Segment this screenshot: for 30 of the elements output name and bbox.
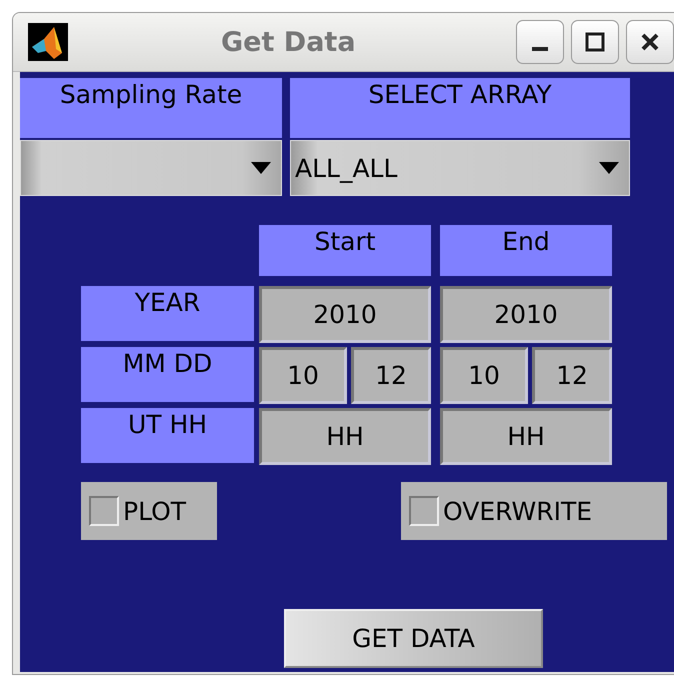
checkbox-box[interactable] <box>89 496 119 526</box>
row-label: YEAR <box>81 286 254 341</box>
input-field[interactable]: HH <box>259 408 431 465</box>
row-label: MM DD <box>81 347 254 402</box>
caret-icon <box>251 162 271 174</box>
input-field[interactable]: 10 <box>440 347 528 404</box>
input-field[interactable]: 12 <box>351 347 431 404</box>
input-field[interactable]: 10 <box>259 347 347 404</box>
input-field[interactable]: 2010 <box>440 286 612 343</box>
input-field[interactable]: 2010 <box>259 286 431 343</box>
minimize-icon <box>532 47 548 51</box>
checkbox[interactable]: PLOT <box>81 482 217 540</box>
get-data-button[interactable]: GET DATA <box>284 609 543 668</box>
maximize-icon <box>583 30 607 54</box>
caret-icon <box>599 162 619 174</box>
minimize-button[interactable] <box>516 20 564 64</box>
window-title: Get Data <box>221 26 357 58</box>
dropdown[interactable]: ALL_ALL <box>290 140 630 196</box>
close-button[interactable] <box>626 20 674 64</box>
input-field[interactable]: HH <box>440 408 612 465</box>
checkbox-box[interactable] <box>409 496 439 526</box>
column-header: End <box>440 225 612 276</box>
checkbox[interactable]: OVERWRITE <box>401 482 667 540</box>
input-field[interactable]: 12 <box>532 347 612 404</box>
field-label: SELECT ARRAY <box>290 78 630 138</box>
field-label: Sampling Rate <box>20 78 282 138</box>
app-logo-icon <box>28 23 68 61</box>
row-label: UT HH <box>81 408 254 463</box>
column-header: Start <box>259 225 431 276</box>
maximize-button[interactable] <box>571 20 619 64</box>
